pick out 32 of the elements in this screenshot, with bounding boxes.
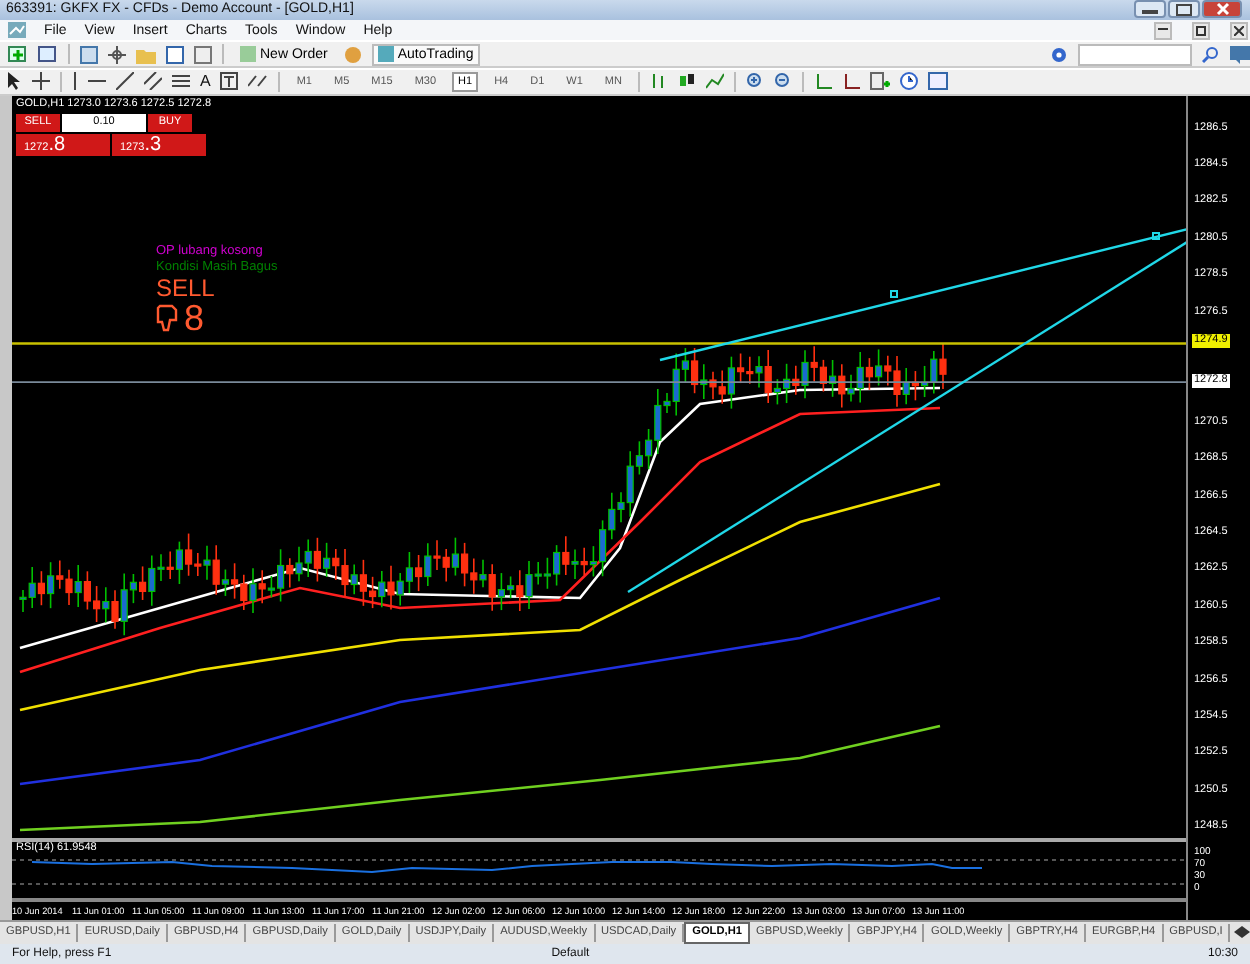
clock-icon[interactable] [899,72,918,91]
chat-icon[interactable] [1230,45,1250,64]
minimize-button[interactable] [1154,21,1172,40]
maximize-button[interactable] [1168,0,1200,19]
search-field[interactable] [1078,43,1192,66]
restore-button[interactable] [1192,21,1210,40]
vertical-line-icon[interactable] [72,72,78,91]
close-button[interactable] [1230,21,1248,40]
zoom-out-icon[interactable] [773,72,792,91]
minimize-icon [1158,28,1168,33]
maximize-icon [1176,3,1192,16]
horizontal-line-icon[interactable] [88,78,106,85]
cursor-icon[interactable] [8,72,22,91]
channel-icon[interactable] [144,72,162,91]
text-tool[interactable]: A [200,72,211,91]
candlestick-icon[interactable] [677,72,696,91]
scroll-left-icon[interactable] [1234,926,1242,939]
new-chart-icon[interactable] [8,45,28,64]
text-label-icon[interactable] [220,72,239,91]
close-icon [1234,25,1244,36]
signal-count: 8 [184,299,205,336]
restore-icon [1196,25,1206,36]
line-chart-icon[interactable] [705,72,724,91]
zoom-in-icon[interactable] [745,72,764,91]
crosshair-icon[interactable] [32,72,50,91]
close-icon [1215,2,1229,17]
signal-label: SELL [156,275,215,300]
search-icon[interactable] [1202,45,1220,64]
scroll-right-icon[interactable] [1242,926,1250,939]
minimize-button[interactable] [1134,0,1166,19]
thumbs-down-icon [156,303,180,332]
trendline-icon[interactable] [116,72,134,91]
